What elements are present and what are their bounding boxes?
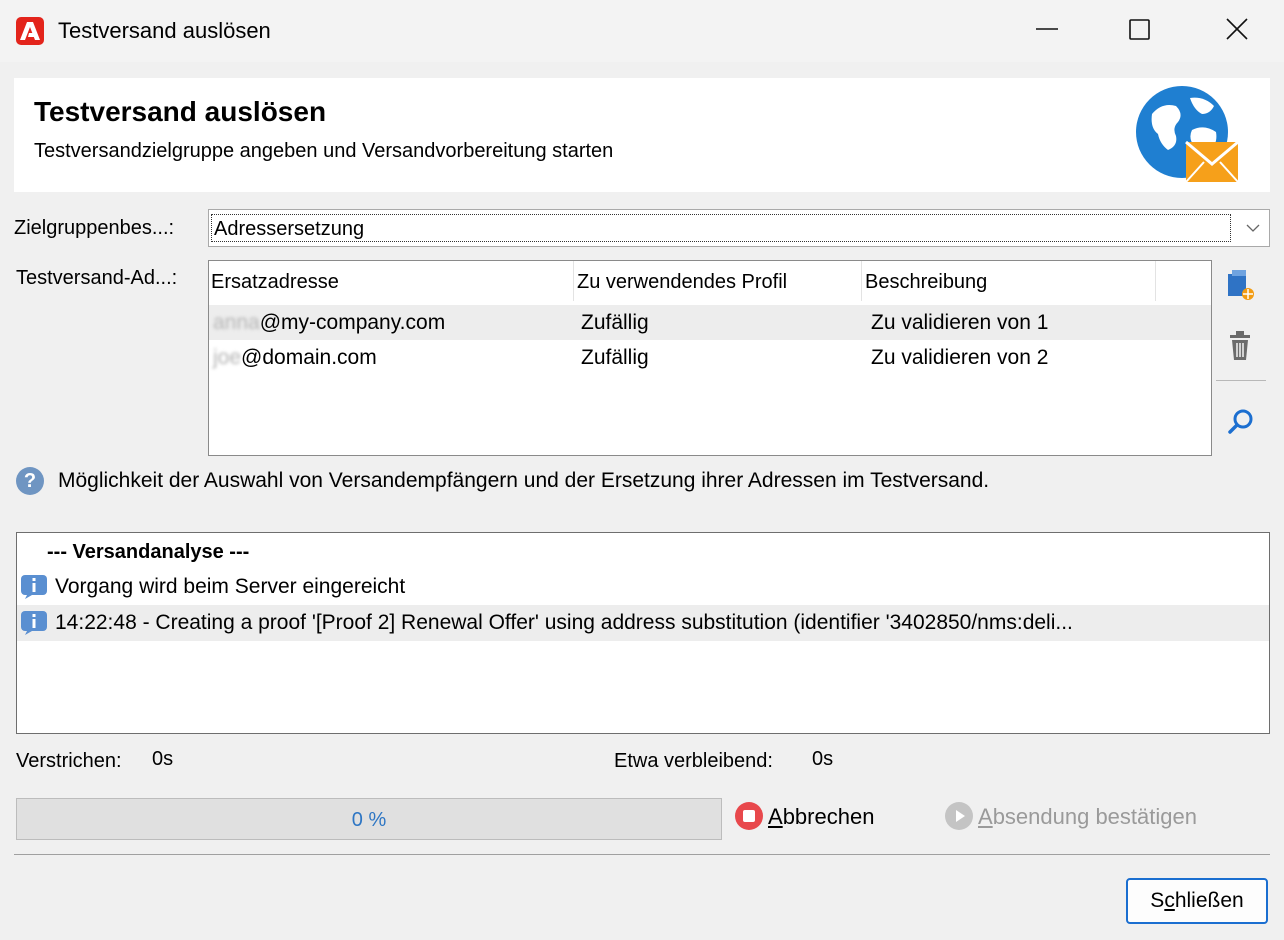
addresses-table[interactable]: Ersatzadresse Zu verwendendes Profil Bes… (208, 260, 1212, 456)
header-title: Testversand auslösen (34, 96, 327, 127)
add-address-button[interactable] (1222, 268, 1258, 304)
dialog-header: Testversand auslösen Testversandzielgrup… (14, 78, 1270, 192)
close-button[interactable]: Schließen (1126, 878, 1268, 924)
elapsed-label: Verstrichen: (16, 750, 122, 772)
toolbar-divider (1216, 380, 1266, 381)
profile-cell: Zufällig (581, 346, 649, 369)
column-divider[interactable] (861, 261, 862, 301)
play-icon (945, 802, 973, 831)
help-icon: ? (16, 467, 44, 495)
stop-icon (735, 802, 763, 831)
target-select-value: Adressersetzung (211, 214, 1231, 242)
table-row[interactable]: joe@domain.com Zufällig Zu validieren vo… (209, 340, 1211, 375)
log-entry[interactable]: Vorgang wird beim Server eingereicht (17, 569, 1269, 605)
delete-icon (1230, 331, 1250, 360)
maximize-button[interactable] (1116, 8, 1162, 52)
minimize-button[interactable] (1024, 8, 1070, 52)
profile-cell: Zufällig (581, 311, 649, 334)
confirm-send-button[interactable]: Absendung bestätigen (944, 802, 1197, 831)
header-subtitle: Testversandzielgruppe angeben und Versan… (34, 140, 614, 162)
search-button[interactable] (1222, 404, 1258, 440)
target-select[interactable]: Adressersetzung (208, 209, 1270, 247)
analysis-log[interactable]: --- Versandanalyse --- Vorgang wird beim… (16, 532, 1270, 734)
column-header-address[interactable]: Ersatzadresse (211, 271, 339, 294)
elapsed-value: 0s (152, 748, 174, 770)
target-label: Zielgruppenbes...: (14, 217, 175, 239)
column-divider[interactable] (573, 261, 574, 301)
addresses-label: Testversand-Ad...: (16, 267, 178, 289)
progress-text: 0 % (351, 809, 387, 831)
add-icon (1228, 270, 1254, 300)
address-cell: anna@my-company.com (213, 311, 446, 334)
log-entry[interactable]: 14:22:48 - Creating a proof '[Proof 2] R… (17, 605, 1269, 641)
info-icon (21, 575, 47, 599)
table-row[interactable]: anna@my-company.com Zufällig Zu validier… (209, 305, 1211, 340)
description-cell: Zu validieren von 2 (871, 346, 1049, 369)
description-cell: Zu validieren von 1 (871, 311, 1049, 334)
remaining-value: 0s (812, 748, 834, 770)
search-icon (1228, 409, 1253, 434)
globe-mail-icon (1132, 84, 1242, 188)
address-cell: joe@domain.com (213, 346, 377, 369)
cancel-button[interactable]: Abbrechen (734, 802, 874, 831)
column-divider[interactable] (1155, 261, 1156, 301)
footer-divider (14, 854, 1270, 855)
progress-bar: 0 % (16, 798, 722, 840)
remaining-label: Etwa verbleibend: (614, 750, 773, 772)
column-header-description[interactable]: Beschreibung (865, 271, 987, 294)
delete-address-button[interactable] (1222, 328, 1258, 364)
window-title: Testversand auslösen (58, 18, 271, 43)
chevron-down-icon (1246, 224, 1260, 232)
help-text: Möglichkeit der Auswahl von Versandempfä… (58, 469, 990, 492)
log-title: --- Versandanalyse --- (47, 541, 250, 563)
info-icon (21, 611, 47, 635)
table-header: Ersatzadresse Zu verwendendes Profil Bes… (209, 261, 1211, 303)
title-bar: Testversand auslösen (0, 0, 1284, 62)
adobe-app-icon (16, 17, 44, 45)
log-entry-text: 14:22:48 - Creating a proof '[Proof 2] R… (55, 611, 1073, 634)
log-entry-text: Vorgang wird beim Server eingereicht (55, 575, 406, 598)
close-window-button[interactable] (1214, 8, 1260, 52)
column-header-profile[interactable]: Zu verwendendes Profil (577, 271, 787, 294)
